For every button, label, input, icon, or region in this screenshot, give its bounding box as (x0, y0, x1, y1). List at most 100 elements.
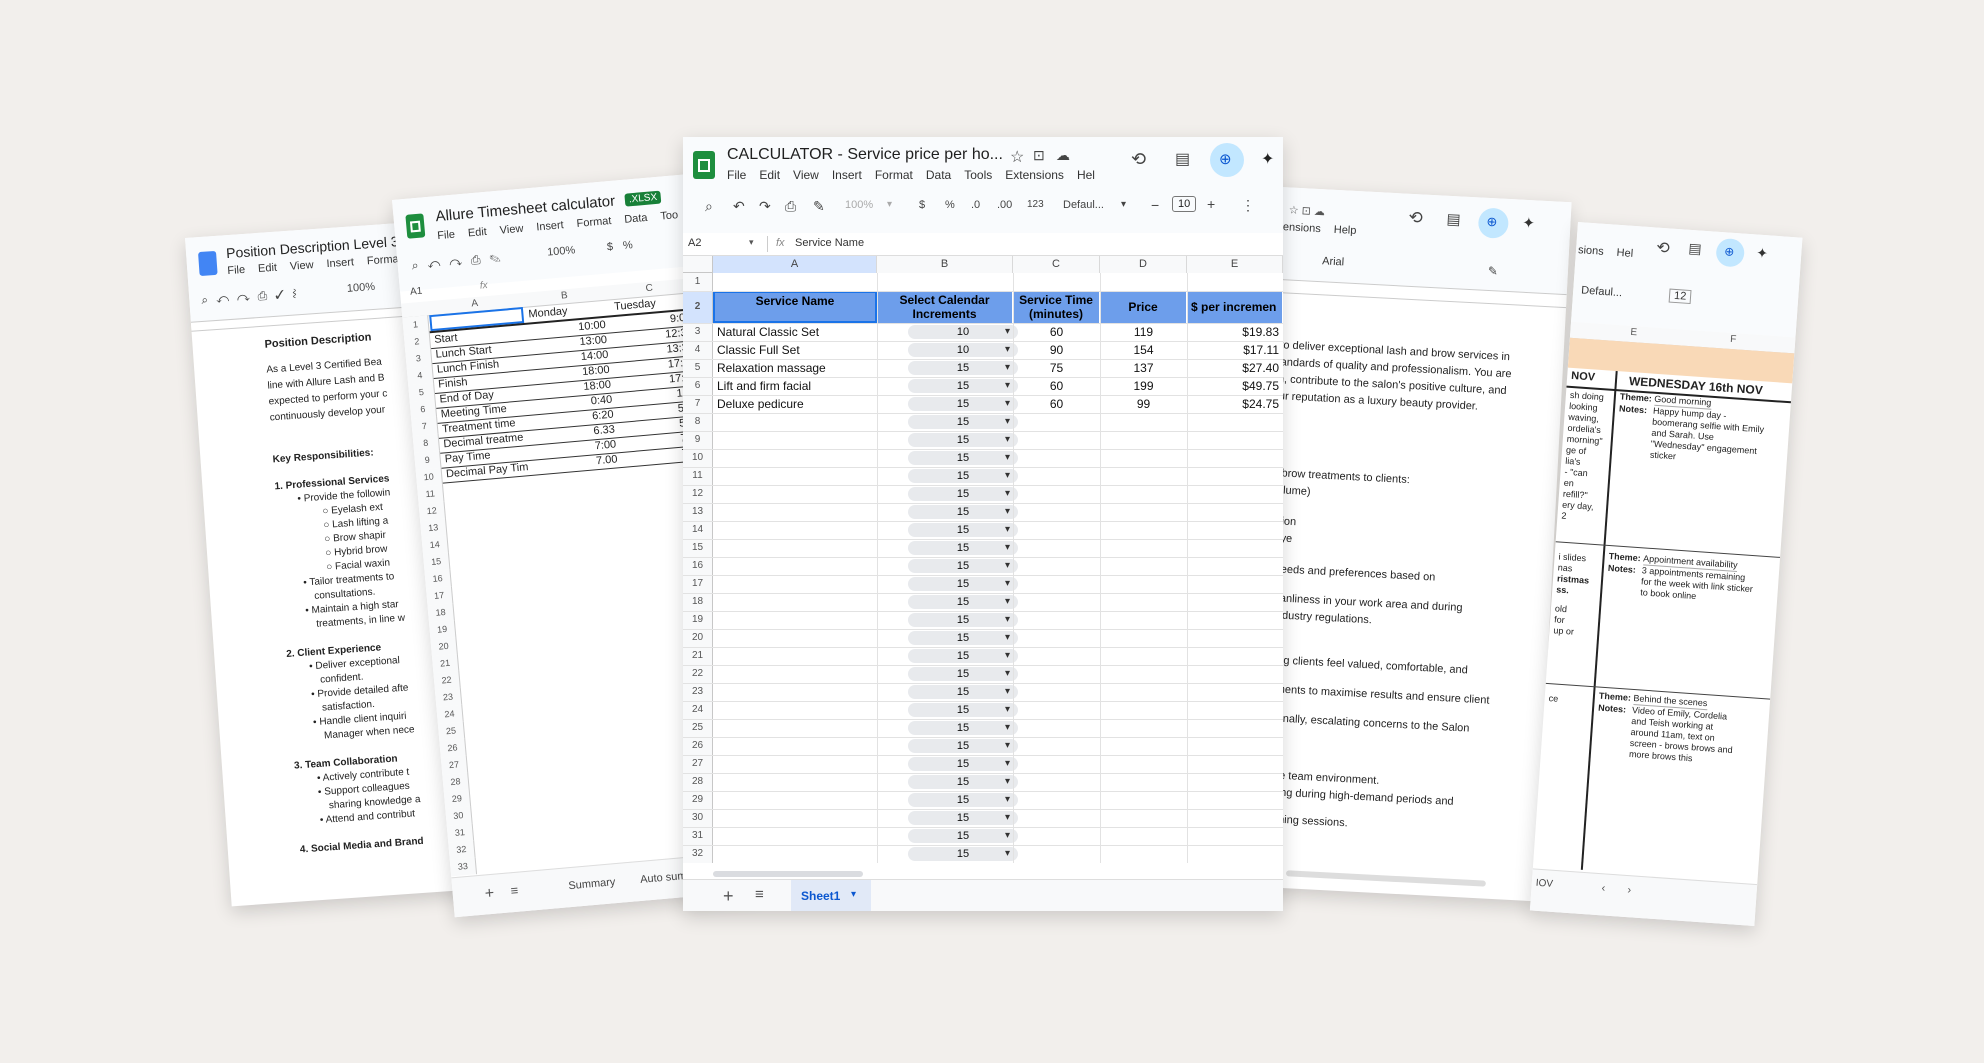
tab-auto-summary[interactable]: Auto sumi (640, 870, 690, 886)
row-number[interactable]: 1 (683, 273, 713, 291)
increment-dropdown[interactable]: 10 (908, 343, 1018, 357)
menu-extensions[interactable]: sions (1578, 244, 1604, 258)
service-time-cell[interactable]: 60 (1013, 379, 1100, 393)
menu-format[interactable]: Format (875, 168, 913, 182)
name-box-chevron-icon[interactable]: ▾ (749, 237, 754, 248)
col-b[interactable]: B (561, 290, 569, 302)
tab-chevron-down-icon[interactable]: ▾ (851, 889, 856, 900)
tab-nov[interactable]: IOV (1535, 878, 1553, 890)
decrease-font-size-button[interactable]: − (1151, 197, 1159, 213)
share-button[interactable]: ⊕ (1210, 143, 1244, 177)
menu-format[interactable]: Forma (367, 253, 400, 267)
increment-dropdown[interactable]: 15 (908, 685, 1018, 699)
service-time-cell[interactable]: 60 (1013, 397, 1100, 411)
timesheet-namebox[interactable]: A1 (410, 286, 423, 298)
increment-dropdown[interactable]: 15 (908, 631, 1018, 645)
tab-scroll-left-icon[interactable]: ‹ (1601, 882, 1606, 894)
service-name-cell[interactable]: Classic Full Set (717, 343, 875, 357)
menu-data[interactable]: Data (624, 212, 648, 226)
increment-dropdown[interactable]: 15 (908, 469, 1018, 483)
price-cell[interactable]: 199 (1100, 379, 1187, 393)
menu-file[interactable]: File (727, 168, 746, 182)
header-price[interactable]: Price (1100, 291, 1187, 323)
increment-dropdown[interactable]: 15 (908, 361, 1018, 375)
increment-dropdown[interactable]: 15 (908, 757, 1018, 771)
increment-dropdown[interactable]: 15 (908, 541, 1018, 555)
menu-edit[interactable]: Edit (759, 168, 780, 182)
service-time-cell[interactable]: 60 (1013, 325, 1100, 339)
per-increment-cell[interactable]: $17.11 (1187, 343, 1279, 357)
currency-format-button[interactable]: $ (919, 199, 925, 211)
price-cell[interactable]: 119 (1100, 325, 1187, 339)
gemini-icon[interactable]: ✦ (1522, 214, 1536, 233)
all-sheets-icon[interactable]: ≡ (510, 883, 519, 899)
redo-icon[interactable]: ↷ (759, 198, 771, 215)
menu-view[interactable]: View (290, 259, 314, 273)
font-select[interactable]: Arial (1322, 255, 1345, 268)
comment-icon[interactable]: ▤ (1688, 240, 1702, 258)
col-b-header[interactable]: B (877, 256, 1013, 273)
menu-insert[interactable]: Insert (326, 256, 354, 270)
search-icon[interactable]: ⌕ (705, 198, 713, 215)
gemini-icon[interactable]: ✦ (1261, 149, 1274, 169)
select-all-corner[interactable] (683, 256, 713, 273)
scrollbar[interactable] (1285, 870, 1486, 887)
doc-zoom[interactable]: 100% (347, 281, 376, 295)
menu-data[interactable]: Data (926, 168, 951, 182)
increment-dropdown[interactable]: 15 (908, 559, 1018, 573)
header-service-time[interactable]: Service Time (minutes) (1013, 291, 1100, 323)
menu-tools[interactable]: Too (660, 209, 679, 223)
increment-dropdown[interactable]: 10 (908, 325, 1018, 339)
per-increment-cell[interactable]: $49.75 (1187, 379, 1279, 393)
col-a[interactable]: A (471, 298, 479, 310)
right-doc-icons[interactable]: ☆ ⊡ ☁ (1288, 203, 1325, 218)
star-icon[interactable]: ☆ (1010, 147, 1024, 167)
timesheet-zoom[interactable]: 100% (547, 244, 576, 258)
per-increment-cell[interactable]: $19.83 (1187, 325, 1279, 339)
increment-dropdown[interactable]: 15 (908, 487, 1018, 501)
increment-dropdown[interactable]: 15 (908, 397, 1018, 411)
row-number[interactable]: 2 (683, 291, 713, 323)
col-d-header[interactable]: D (1100, 256, 1187, 273)
service-name-cell[interactable]: Natural Classic Set (717, 325, 875, 339)
increment-dropdown[interactable]: 15 (908, 451, 1018, 465)
increment-dropdown[interactable]: 15 (908, 775, 1018, 789)
font-size-input[interactable]: 12 (1668, 288, 1692, 305)
more-formats-button[interactable]: 123 (1027, 199, 1044, 210)
undo-icon[interactable]: ↶ (733, 198, 745, 215)
increment-dropdown[interactable]: 15 (908, 829, 1018, 843)
menu-edit[interactable]: Edit (467, 226, 487, 240)
header-service-name[interactable]: Service Name (713, 291, 877, 323)
history-icon[interactable]: ⟲ (1408, 208, 1423, 229)
main-title[interactable]: CALCULATOR - Service price per ho... (727, 146, 1003, 164)
paint-format-icon[interactable]: ✎ (813, 198, 825, 215)
increment-dropdown[interactable]: 15 (908, 505, 1018, 519)
menu-extensions[interactable]: tensions (1280, 221, 1322, 235)
increment-dropdown[interactable]: 15 (908, 739, 1018, 753)
menu-help[interactable]: Hel (1616, 247, 1633, 260)
increment-dropdown[interactable]: 15 (908, 811, 1018, 825)
increment-dropdown[interactable]: 15 (908, 433, 1018, 447)
increment-dropdown[interactable]: 15 (908, 415, 1018, 429)
tab-summary[interactable]: Summary (568, 876, 616, 892)
service-name-cell[interactable]: Deluxe pedicure (717, 397, 875, 411)
increment-dropdown[interactable]: 15 (908, 379, 1018, 393)
service-name-cell[interactable]: Relaxation massage (717, 361, 875, 375)
pen-icon[interactable]: ✎ (1487, 264, 1498, 279)
version-history-icon[interactable]: ⟲ (1131, 149, 1146, 170)
increment-dropdown[interactable]: 15 (908, 577, 1018, 591)
gemini-icon[interactable]: ✦ (1756, 245, 1769, 263)
menu-tools[interactable]: Tools (964, 168, 992, 182)
price-cell[interactable]: 137 (1100, 361, 1187, 375)
col-a-header[interactable]: A (713, 256, 877, 273)
comment-icon[interactable]: ▤ (1446, 210, 1461, 229)
service-time-cell[interactable]: 90 (1013, 343, 1100, 357)
increment-dropdown[interactable]: 15 (908, 595, 1018, 609)
menu-help[interactable]: Help (1333, 224, 1356, 237)
increment-dropdown[interactable]: 15 (908, 613, 1018, 627)
menu-file[interactable]: File (227, 264, 246, 277)
add-sheet-icon[interactable]: + (484, 885, 495, 904)
col-f[interactable]: F (1730, 334, 1737, 345)
increase-decimal-button[interactable]: .00 (997, 199, 1012, 211)
increment-dropdown[interactable]: 15 (908, 847, 1018, 861)
